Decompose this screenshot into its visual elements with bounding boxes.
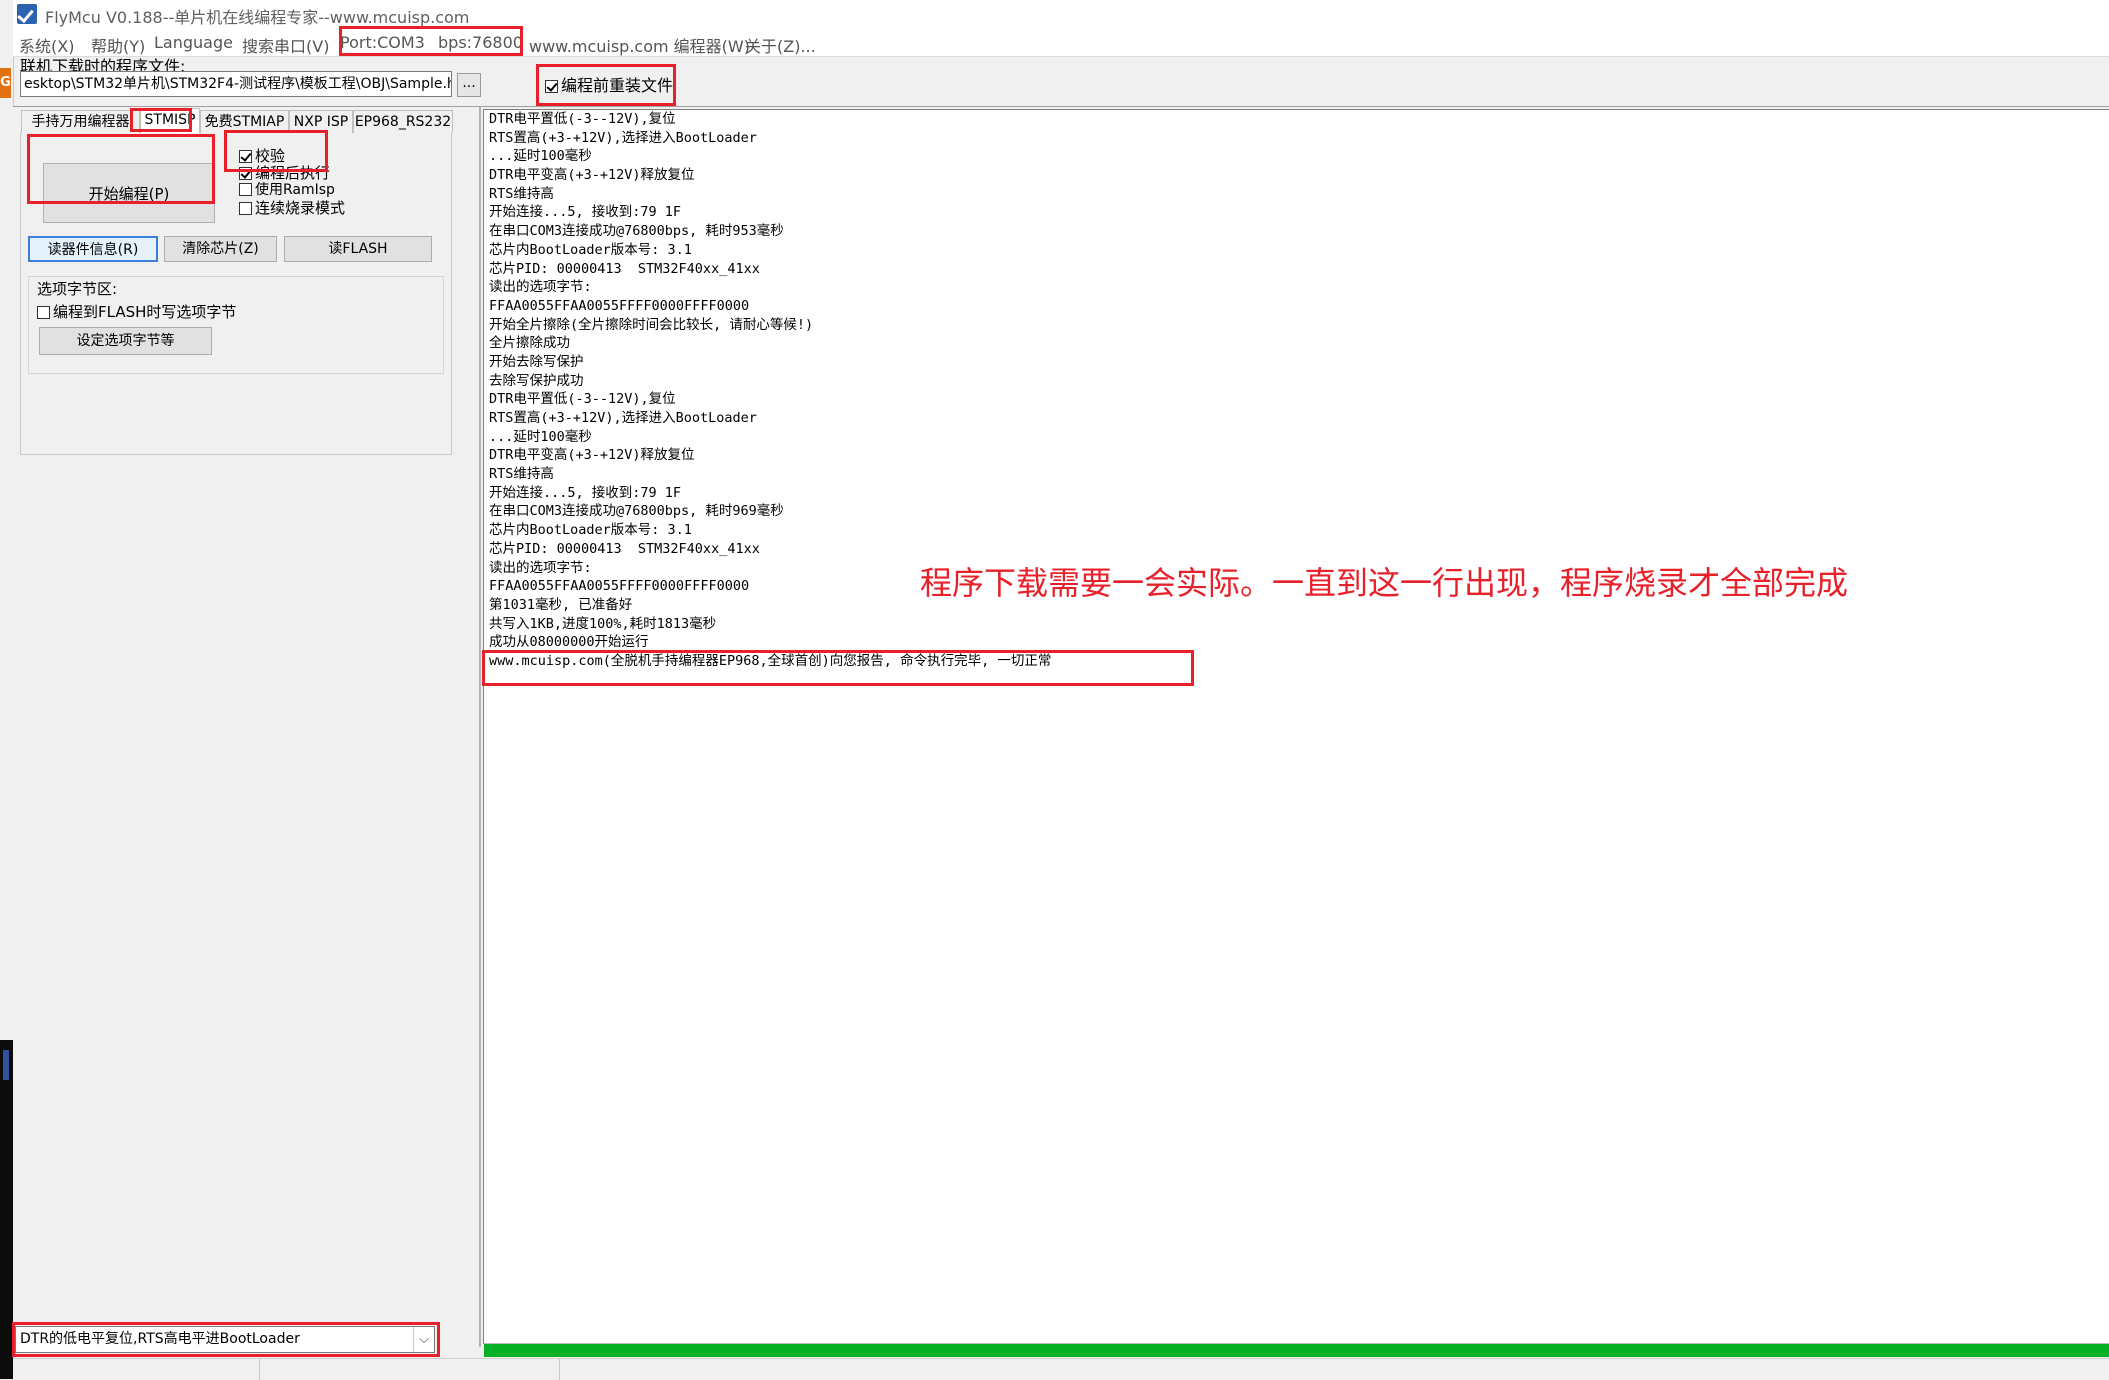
log-line: RTS维持高 — [489, 466, 554, 483]
reload-file-checkbox[interactable] — [545, 80, 558, 93]
log-line: 去除写保护成功 — [489, 372, 584, 389]
log-line: 全片擦除成功 — [489, 335, 570, 352]
clear-chip-button[interactable]: 清除芯片(Z) — [164, 236, 277, 262]
status-cell-2 — [259, 1359, 560, 1380]
log-line: 在串口COM3连接成功@76800bps, 耗时969毫秒 — [489, 503, 784, 520]
option-bytes-title: 选项字节区: — [37, 280, 118, 298]
write-option-bytes-checkbox[interactable] — [37, 306, 50, 319]
reset-mode-select[interactable]: DTR的低电平复位,RTS高电平进BootLoader ⌵ — [15, 1326, 435, 1353]
write-option-bytes-option[interactable]: 编程到FLASH时写选项字节 — [37, 301, 236, 322]
taskbar-badge: G — [0, 68, 11, 98]
tab-ep968-rs232[interactable]: EP968_RS232 — [353, 110, 453, 133]
status-bar — [13, 1358, 2109, 1380]
log-line: DTR电平变高(+3-+12V)释放复位 — [489, 447, 695, 464]
progress-bar — [484, 1343, 2109, 1357]
log-line: 芯片内BootLoader版本号: 3.1 — [489, 522, 692, 539]
log-line: 开始连接...5, 接收到:79 1F — [489, 484, 682, 501]
browse-file-button[interactable]: ... — [457, 73, 481, 97]
left-panel: 手持万用编程器 STMISP 免费STMIAP NXP ISP EP968_RS… — [13, 107, 481, 1347]
read-flash-button[interactable]: 读FLASH — [284, 236, 432, 262]
continuous-burn-option[interactable]: 连续烧录模式 — [239, 197, 345, 218]
set-option-bytes-button[interactable]: 设定选项字节等 — [39, 327, 212, 355]
log-line: 共写入1KB,进度100%,耗时1813毫秒 — [489, 615, 717, 632]
menu-port[interactable]: Port:COM3 — [340, 33, 425, 52]
log-line: 读出的选项字节: — [489, 279, 592, 296]
option-bytes-group: 选项字节区: 编程到FLASH时写选项字节 设定选项字节等 — [28, 276, 444, 374]
log-line: 芯片PID: 00000413 STM32F40xx_41xx — [489, 540, 760, 557]
menu-about[interactable]: 关于(Z)... — [745, 33, 816, 57]
log-line: RTS维持高 — [489, 185, 554, 202]
left-edge-strip: G — [0, 0, 14, 1379]
log-line: RTS置高(+3-+12V),选择进入BootLoader — [489, 410, 757, 426]
menu-search-port[interactable]: 搜索串口(V) — [242, 33, 329, 57]
start-programming-button[interactable]: 开始编程(P) — [43, 163, 215, 223]
use-ramisp-label: 使用RamIsp — [255, 182, 335, 198]
window-title: FlyMcu V0.188--单片机在线编程专家--www.mcuisp.com — [45, 8, 470, 27]
continuous-burn-label: 连续烧录模式 — [255, 199, 346, 217]
annotation-note: 程序下载需要一会实际。一直到这一行出现，程序烧录才全部完成 — [920, 564, 1849, 602]
tab-handheld[interactable]: 手持万用编程器 — [21, 110, 140, 133]
continuous-burn-checkbox[interactable] — [239, 202, 252, 215]
use-ramisp-option[interactable]: 使用RamIsp — [239, 179, 335, 199]
log-line: 芯片PID: 00000413 STM32F40xx_41xx — [489, 260, 760, 277]
chevron-down-icon[interactable]: ⌵ — [413, 1327, 434, 1352]
tab-nxp-isp[interactable]: NXP ISP — [289, 110, 353, 133]
menu-language[interactable]: Language — [154, 33, 233, 52]
write-option-bytes-label: 编程到FLASH时写选项字节 — [53, 303, 237, 321]
log-line: DTR电平置低(-3--12V),复位 — [489, 391, 676, 408]
log-line: ...延时100毫秒 — [489, 148, 592, 165]
reload-file-option[interactable]: 编程前重装文件 — [545, 72, 673, 96]
reset-mode-value: DTR的低电平复位,RTS高电平进BootLoader — [20, 1331, 300, 1347]
log-line: DTR电平变高(+3-+12V)释放复位 — [489, 167, 695, 184]
menu-site-programmer[interactable]: www.mcuisp.com 编程器(W) — [529, 33, 750, 57]
log-line: FFAA0055FFAA0055FFFF0000FFFF0000 — [489, 297, 750, 314]
title-bar: FlyMcu V0.188--单片机在线编程专家--www.mcuisp.com — [13, 0, 2109, 28]
app-icon — [17, 4, 37, 24]
background-window-accent — [3, 1050, 9, 1080]
menu-bps[interactable]: bps:76800 — [438, 33, 523, 52]
log-output[interactable]: DTR电平置低(-3--12V),复位 RTS置高(+3-+12V),选择进入Bo… — [483, 109, 2109, 1344]
reload-file-label: 编程前重装文件 — [561, 76, 674, 95]
log-line: 在串口COM3连接成功@76800bps, 耗时953毫秒 — [489, 223, 784, 240]
log-line: ...延时100毫秒 — [489, 428, 592, 445]
log-line: www.mcuisp.com(全脱机手持编程器EP968,全球首创)向您报告, … — [489, 652, 1052, 669]
log-line: RTS置高(+3-+12V),选择进入BootLoader — [489, 129, 757, 146]
status-cell-1 — [13, 1359, 260, 1380]
log-line: 开始全片擦除(全片擦除时间会比较长, 请耐心等候!) — [489, 316, 814, 333]
menu-bar: 系统(X) 帮助(Y) Language 搜索串口(V) Port:COM3 b… — [13, 28, 2109, 57]
log-line: 成功从08000000开始运行 — [489, 634, 649, 651]
use-ramisp-checkbox[interactable] — [239, 183, 252, 196]
log-line: 芯片内BootLoader版本号: 3.1 — [489, 241, 692, 258]
log-line: DTR电平置低(-3--12V),复位 — [489, 111, 676, 127]
tab-stmisp[interactable]: STMISP — [140, 108, 200, 135]
stmisp-pane: 开始编程(P) 校验 编程后执行 使用RamIsp 连续烧录模式 读器件信息(R… — [20, 133, 452, 455]
read-device-info-button[interactable]: 读器件信息(R) — [28, 236, 158, 262]
log-line: 开始连接...5, 接收到:79 1F — [489, 204, 682, 221]
log-line: 开始去除写保护 — [489, 353, 584, 370]
tab-stmiap[interactable]: 免费STMIAP — [200, 110, 289, 133]
background-window-edge — [0, 1040, 13, 1379]
progress-fill — [484, 1344, 2109, 1357]
hex-file-path-input[interactable]: esktop\STM32单片机\STM32F4-测试程序\模板工程\OBJ\Sa… — [20, 71, 452, 97]
